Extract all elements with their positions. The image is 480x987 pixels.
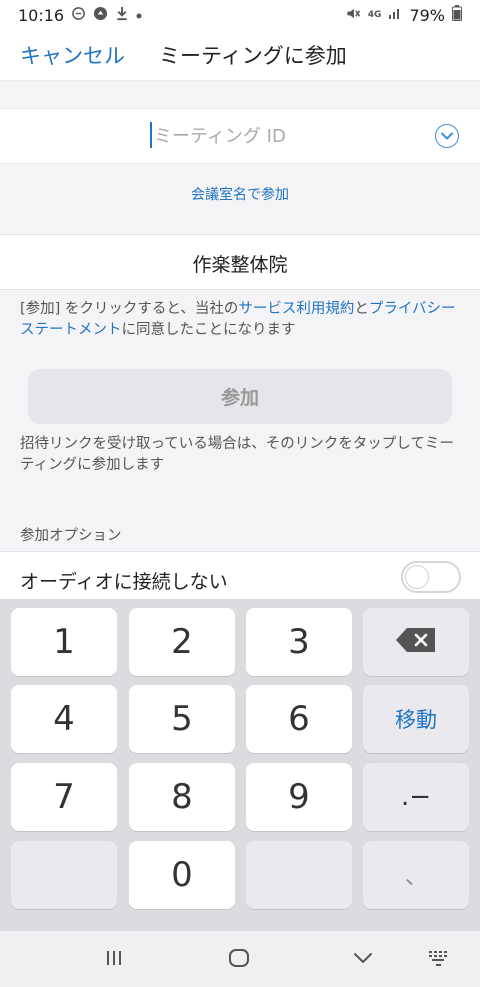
audio-toggle[interactable] — [401, 561, 461, 593]
recent-apps-icon[interactable] — [104, 948, 124, 968]
join-button[interactable]: 参加 — [28, 369, 452, 424]
key-3[interactable]: 3 — [246, 608, 352, 676]
terms-text-2: と — [354, 301, 369, 317]
key-2[interactable]: 2 — [129, 608, 235, 676]
key-9[interactable]: 9 — [246, 763, 352, 831]
terms-text-1: [参加] をクリックすると、当社の — [20, 301, 239, 317]
display-name-field[interactable]: 作楽整体院 — [0, 250, 480, 277]
blank-key-2[interactable] — [246, 841, 352, 909]
back-icon[interactable] — [352, 948, 374, 968]
meeting-id-row — [0, 108, 480, 164]
dot-icon — [136, 7, 142, 23]
home-icon[interactable] — [228, 948, 250, 968]
toggle-knob — [405, 565, 429, 589]
status-bar: 10:16 4G 79% — [0, 0, 480, 30]
keyboard-hide-icon[interactable] — [428, 948, 450, 968]
numeric-keyboard: 1 2 3 4 5 6 移動 7 8 9 .− 0 、 — [0, 599, 480, 931]
chat-bubble-icon — [71, 6, 86, 25]
key-8[interactable]: 8 — [129, 763, 235, 831]
move-key[interactable]: 移動 — [363, 685, 469, 753]
backspace-key[interactable] — [363, 608, 469, 676]
key-0[interactable]: 0 — [129, 841, 235, 909]
key-1[interactable]: 1 — [11, 608, 117, 676]
meeting-id-input[interactable] — [154, 121, 354, 151]
section-spacer — [0, 80, 480, 108]
key-4[interactable]: 4 — [11, 685, 117, 753]
display-name-row[interactable]: 作楽整体院 — [0, 234, 480, 290]
cancel-button[interactable]: キャンセル — [20, 40, 125, 70]
stop-sign-icon — [93, 6, 108, 25]
backspace-icon — [395, 622, 437, 662]
page-title: ミーティングに参加 — [159, 44, 347, 68]
blank-key[interactable] — [11, 841, 117, 909]
network-label: 4G — [367, 10, 382, 20]
option-row-audio: オーディオに接続しない — [0, 551, 480, 599]
app-header: キャンセル ミーティングに参加 — [0, 30, 480, 80]
system-nav-bar — [0, 931, 480, 987]
audio-option-label: オーディオに接続しない — [20, 571, 228, 593]
terms-of-service-link[interactable]: サービス利用規約 — [238, 301, 354, 317]
battery-percent: 79% — [409, 5, 445, 25]
terms-notice: [参加] をクリックすると、当社のサービス利用規約とプライバシーステートメントに… — [20, 299, 460, 341]
key-5[interactable]: 5 — [129, 685, 235, 753]
terms-text-3: に同意したことになります — [121, 322, 296, 338]
signal-icon — [388, 6, 402, 24]
comma-key[interactable]: 、 — [363, 841, 469, 909]
punctuation-key[interactable]: .− — [363, 763, 469, 831]
download-icon — [115, 6, 129, 25]
battery-icon — [452, 5, 462, 25]
mute-vibrate-icon — [345, 6, 361, 25]
invite-link-note: 招待リンクを受け取っている場合は、そのリンクをタップしてミーティングに参加します — [20, 436, 454, 473]
status-time: 10:16 — [18, 5, 65, 25]
join-by-room-name-link[interactable]: 会議室名で参加 — [0, 184, 480, 204]
chevron-down-circle-icon[interactable] — [435, 124, 459, 148]
key-6[interactable]: 6 — [246, 685, 352, 753]
join-options-heading: 参加オプション — [20, 528, 122, 544]
key-7[interactable]: 7 — [11, 763, 117, 831]
text-cursor — [150, 122, 152, 148]
